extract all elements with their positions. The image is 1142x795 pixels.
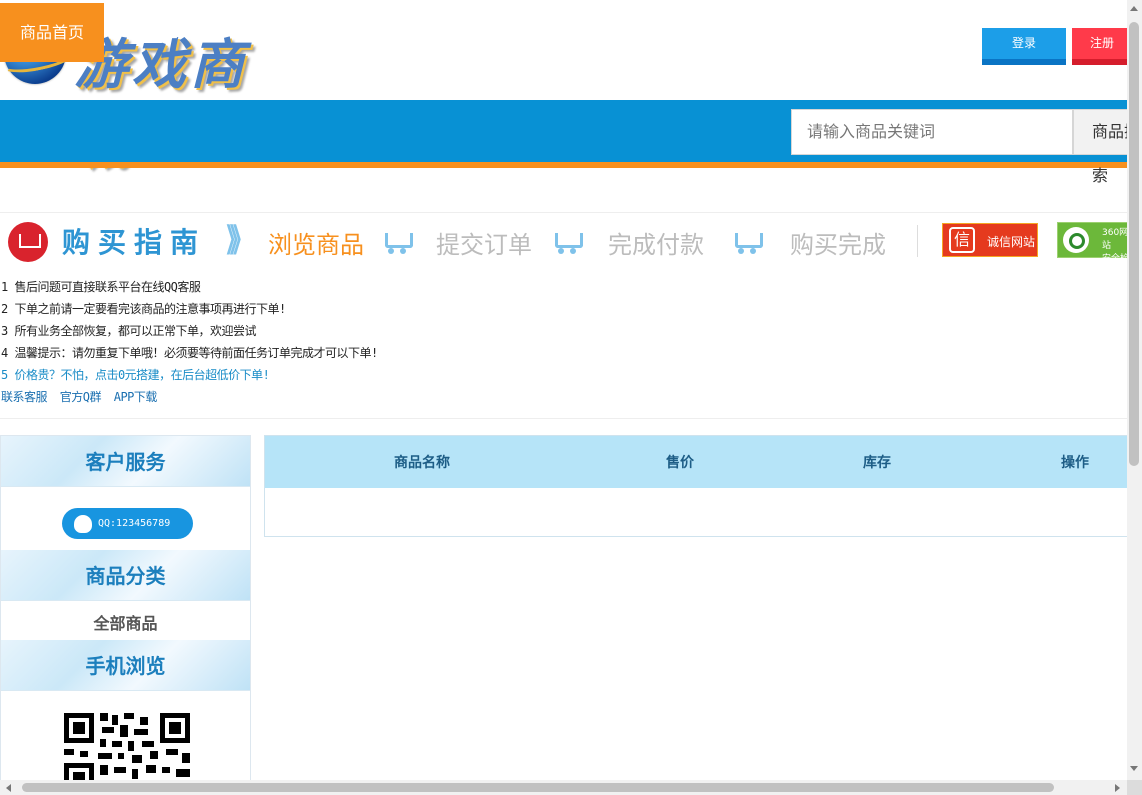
chengxin-badge-label: 诚信网站 [987, 235, 1036, 249]
xin-icon: 信 [949, 227, 975, 253]
guide-step-submit: 提交订单 [436, 231, 532, 259]
notice-item: 4 温馨提示：请勿重复下单哦！必须要等待前面任务订单完成才可以下单! [1, 346, 378, 360]
cart-icon [380, 229, 413, 255]
guide-step-done: 购买完成 [790, 231, 886, 259]
nav-item-help[interactable]: 帮助中心 [336, 0, 428, 62]
contact-service-link[interactable]: 联系客服 [1, 390, 48, 404]
notice-item: 3 所有业务全部恢复，都可以正常下单，欢迎尝试 [1, 324, 256, 338]
nav-accent-bar [0, 162, 1127, 168]
scrollbar-corner [1127, 780, 1142, 795]
column-price: 售价 [666, 455, 694, 471]
cart-icon [550, 229, 583, 255]
search-input[interactable]: 请输入商品关键词 [791, 109, 1073, 155]
page: 游戏商城 登录 注册 商品首页 订单查询 关于我们 帮助中心 请输入商品关键词 … [0, 0, 1127, 780]
customer-service-title: 客户服务 [1, 436, 250, 487]
chevron-right-icon: ⟩⟩⟩ [224, 219, 244, 259]
shield-icon [1063, 227, 1089, 253]
qr-code-icon [62, 711, 192, 780]
vertical-scroll-thumb[interactable] [1129, 22, 1139, 466]
vertical-scrollbar[interactable] [1127, 0, 1142, 780]
search-button[interactable]: 商品搜索 [1073, 109, 1127, 185]
divider [0, 418, 1127, 419]
notice-item: 1 售后问题可直接联系平台在线QQ客服 [1, 280, 201, 294]
guide-step-browse: 浏览商品 [268, 231, 364, 259]
column-stock: 库存 [863, 455, 891, 471]
cart-icon [8, 222, 48, 262]
scroll-left-arrow-icon[interactable] [6, 784, 11, 792]
scroll-up-arrow-icon[interactable] [1130, 6, 1138, 11]
badge-360-line2: 安全检测 [1102, 254, 1127, 277]
column-action: 操作 [1061, 455, 1089, 471]
category-title: 商品分类 [1, 550, 250, 601]
column-product-name: 商品名称 [394, 455, 450, 471]
notice-item-link[interactable]: 5 价格贵？不怕，点击0元搭建，在后台超低价下单! [1, 366, 270, 383]
guide-title: 购买指南 [62, 226, 207, 259]
table-header: 商品名称 售价 库存 操作 [265, 436, 1127, 488]
chengxin-badge[interactable]: 信 诚信网站 [942, 223, 1038, 257]
cart-icon [730, 229, 763, 255]
horizontal-scrollbar[interactable] [0, 780, 1127, 795]
register-button[interactable]: 注册 [1072, 28, 1127, 65]
scroll-down-arrow-icon[interactable] [1130, 766, 1138, 771]
app-download-link[interactable]: APP下载 [114, 390, 158, 404]
qq-contact-button[interactable]: QQ:123456789 [62, 508, 193, 539]
badge-360-line1: 360网站 [1102, 228, 1127, 251]
guide-step-pay: 完成付款 [608, 231, 704, 259]
horizontal-scroll-thumb[interactable] [22, 783, 1054, 792]
sidebar: 客户服务 QQ:123456789 商品分类 全部商品 手机浏览 [0, 435, 251, 780]
nav-item-about[interactable]: 关于我们 [226, 0, 318, 62]
qq-number: QQ:123456789 [98, 518, 171, 529]
mobile-browse-title: 手机浏览 [1, 640, 250, 691]
nav-item-order-query[interactable]: 订单查询 [116, 0, 208, 62]
scroll-right-arrow-icon[interactable] [1115, 784, 1120, 792]
quick-links: 联系客服 官方Q群 APP下载 [1, 388, 163, 405]
qq-penguin-icon [74, 515, 92, 533]
safety-360-badge[interactable]: 360网站 安全检测 [1057, 222, 1127, 277]
official-qq-group-link[interactable]: 官方Q群 [60, 390, 102, 404]
nav-item-home[interactable]: 商品首页 [0, 3, 104, 62]
notice-item: 2 下单之前请一定要看完该商品的注意事项再进行下单! [1, 302, 286, 316]
category-all-products[interactable]: 全部商品 [1, 610, 250, 634]
product-table: 商品名称 售价 库存 操作 [264, 435, 1127, 537]
divider [917, 225, 918, 257]
login-button[interactable]: 登录 [982, 28, 1066, 65]
